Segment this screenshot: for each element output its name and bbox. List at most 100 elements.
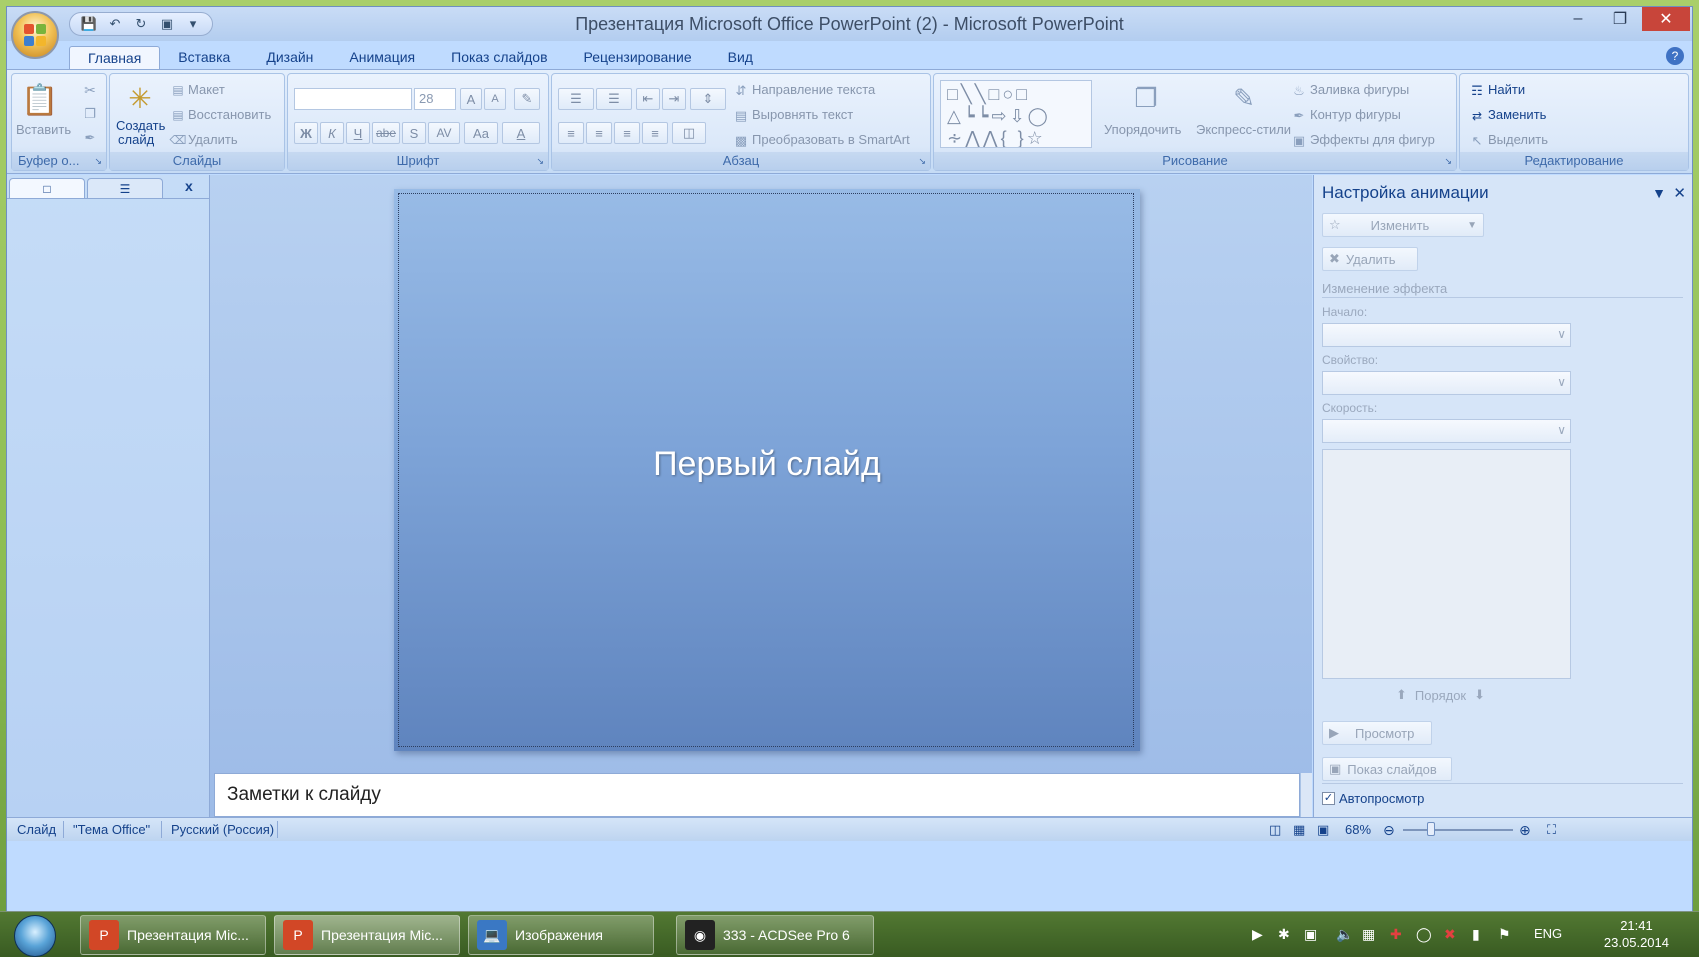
increase-indent-icon[interactable]: ⇥ xyxy=(662,88,686,110)
justify-icon[interactable]: ≡ xyxy=(642,122,668,144)
new-slide-button[interactable]: Создать xyxy=(116,118,165,133)
format-painter-icon[interactable]: ✒ xyxy=(80,128,100,148)
align-text-button[interactable]: Выровнять текст xyxy=(752,107,853,122)
italic-button[interactable]: К xyxy=(320,122,344,144)
tab-home[interactable]: Главная xyxy=(69,46,161,70)
change-effect-button[interactable]: ☆ Изменить ▼ xyxy=(1322,213,1484,237)
security-tray-icon[interactable]: ✚ xyxy=(1390,926,1402,943)
columns-icon[interactable]: ◫ xyxy=(672,122,706,144)
decrease-indent-icon[interactable]: ⇤ xyxy=(636,88,660,110)
copy-icon[interactable]: ❐ xyxy=(80,104,100,124)
text-direction-button[interactable]: Направление текста xyxy=(752,82,875,97)
shape-effects-button[interactable]: Эффекты для фигур xyxy=(1310,132,1435,147)
zoom-in-icon[interactable]: ⊕ xyxy=(1519,822,1531,839)
slideshow-icon[interactable]: ▣ xyxy=(156,14,178,34)
font-color-button[interactable]: A xyxy=(502,122,540,144)
reading-view-icon[interactable]: ▣ xyxy=(1317,822,1329,838)
sync-tray-icon[interactable]: ◯ xyxy=(1416,926,1432,943)
arrange-button[interactable]: Упорядочить xyxy=(1104,122,1181,137)
new-slide-button-line2[interactable]: слайд xyxy=(118,132,154,147)
display-tray-icon[interactable]: ▣ xyxy=(1304,926,1317,943)
move-down-icon[interactable]: ⬇ xyxy=(1474,687,1485,703)
taskbar-item-presentation-1[interactable]: P Презентация Mic... xyxy=(80,915,266,955)
shapes-gallery[interactable]: □╲╲□○□ △┕┕⇨⇩◯ ∻⋀⋀{ }☆ xyxy=(940,80,1092,148)
status-theme[interactable]: "Тема Office" xyxy=(73,822,150,837)
start-dropdown[interactable] xyxy=(1322,323,1571,347)
shrink-font-button[interactable]: A xyxy=(484,88,506,110)
cut-icon[interactable]: ✂ xyxy=(80,80,100,100)
move-up-icon[interactable]: ⬆ xyxy=(1396,687,1407,703)
align-left-icon[interactable]: ≡ xyxy=(558,122,584,144)
font-size-dropdown[interactable]: 28 xyxy=(414,88,456,110)
system-clock[interactable]: 21:41 23.05.2014 xyxy=(1604,917,1669,951)
grow-font-button[interactable]: A xyxy=(460,88,482,110)
align-right-icon[interactable]: ≡ xyxy=(614,122,640,144)
character-spacing-button[interactable]: AV xyxy=(428,122,460,144)
redo-icon[interactable]: ↻ xyxy=(130,14,152,34)
language-indicator[interactable]: ENG xyxy=(1534,926,1562,941)
minimize-button[interactable]: – xyxy=(1558,7,1598,31)
restore-button[interactable]: ❐ xyxy=(1600,7,1640,31)
battery-tray-icon[interactable]: ▮ xyxy=(1472,926,1480,943)
zoom-level[interactable]: 68% xyxy=(1345,822,1371,837)
find-button[interactable]: Найти xyxy=(1488,82,1525,97)
start-button[interactable] xyxy=(14,915,56,957)
slide-sorter-icon[interactable]: ▦ xyxy=(1293,822,1305,838)
taskbar-item-presentation-2[interactable]: P Презентация Mic... xyxy=(274,915,460,955)
save-icon[interactable]: 💾 xyxy=(78,14,100,34)
tab-review[interactable]: Рецензирование xyxy=(566,46,710,70)
clipboard-launcher-icon[interactable]: ↘ xyxy=(94,156,102,167)
strikethrough-button[interactable]: abe xyxy=(372,122,400,144)
bullets-icon[interactable]: ☰ xyxy=(558,88,594,110)
pane-menu-icon[interactable]: ▼ xyxy=(1652,185,1666,201)
bold-button[interactable]: Ж xyxy=(294,122,318,144)
office-button[interactable] xyxy=(11,11,59,59)
quick-styles-button[interactable]: Экспресс-стили xyxy=(1196,122,1291,137)
change-case-button[interactable]: Aa xyxy=(464,122,498,144)
paste-icon[interactable]: 📋 xyxy=(21,80,58,120)
underline-button[interactable]: Ч xyxy=(346,122,370,144)
notes-pane[interactable]: Заметки к слайду xyxy=(214,773,1300,817)
network-app-tray-icon[interactable]: ▦ xyxy=(1362,926,1375,943)
close-button[interactable]: ✕ xyxy=(1642,7,1690,31)
slide-canvas[interactable]: Первый слайд xyxy=(394,189,1140,751)
bluetooth-tray-icon[interactable]: ✱ xyxy=(1278,926,1290,943)
volume-tray-icon[interactable]: 🔈 xyxy=(1336,926,1353,943)
tab-design[interactable]: Дизайн xyxy=(248,46,331,70)
remove-effect-button[interactable]: ✖ Удалить xyxy=(1322,247,1418,271)
help-icon[interactable]: ? xyxy=(1666,47,1684,65)
tab-slideshow[interactable]: Показ слайдов xyxy=(433,46,565,70)
font-launcher-icon[interactable]: ↘ xyxy=(536,156,544,167)
close-pane-button[interactable]: x xyxy=(185,178,193,194)
numbering-icon[interactable]: ☰ xyxy=(596,88,632,110)
paragraph-launcher-icon[interactable]: ↘ xyxy=(918,156,926,167)
flag-tray-icon[interactable]: ⚑ xyxy=(1498,926,1511,943)
slideshow-button[interactable]: ▣ Показ слайдов xyxy=(1322,757,1452,781)
fit-to-window-icon[interactable]: ⛶ xyxy=(1547,822,1556,838)
media-player-tray-icon[interactable]: ▶ xyxy=(1252,926,1263,943)
tab-insert[interactable]: Вставка xyxy=(160,46,248,70)
autopreview-checkbox[interactable]: ✓ xyxy=(1322,792,1335,805)
normal-view-icon[interactable]: ◫ xyxy=(1269,822,1281,838)
paste-button[interactable]: Вставить xyxy=(16,122,71,137)
new-slide-icon[interactable]: ✳ xyxy=(120,80,160,116)
align-center-icon[interactable]: ≡ xyxy=(586,122,612,144)
convert-smartart-button[interactable]: Преобразовать в SmartArt xyxy=(752,132,910,147)
customize-qat-icon[interactable]: ▾ xyxy=(182,14,204,34)
font-name-dropdown[interactable] xyxy=(294,88,412,110)
close-animation-pane-icon[interactable]: ✕ xyxy=(1673,184,1686,202)
shadow-button[interactable]: S xyxy=(402,122,426,144)
taskbar-item-images[interactable]: 💻 Изображения xyxy=(468,915,654,955)
delete-slide-button[interactable]: Удалить xyxy=(188,132,238,147)
tab-animations[interactable]: Анимация xyxy=(331,46,433,70)
property-dropdown[interactable] xyxy=(1322,371,1571,395)
network-status-tray-icon[interactable]: ✖ xyxy=(1444,926,1456,943)
clear-formatting-icon[interactable]: ✎ xyxy=(514,88,540,110)
select-button[interactable]: Выделить xyxy=(1488,132,1548,147)
notes-scrollbar[interactable] xyxy=(1300,773,1312,817)
animation-list[interactable] xyxy=(1322,449,1571,679)
replace-button[interactable]: Заменить xyxy=(1488,107,1546,122)
shape-outline-button[interactable]: Контур фигуры xyxy=(1310,107,1401,122)
taskbar-item-acdsee[interactable]: ◉ 333 - ACDSee Pro 6 xyxy=(676,915,874,955)
zoom-slider-thumb[interactable] xyxy=(1427,822,1435,836)
